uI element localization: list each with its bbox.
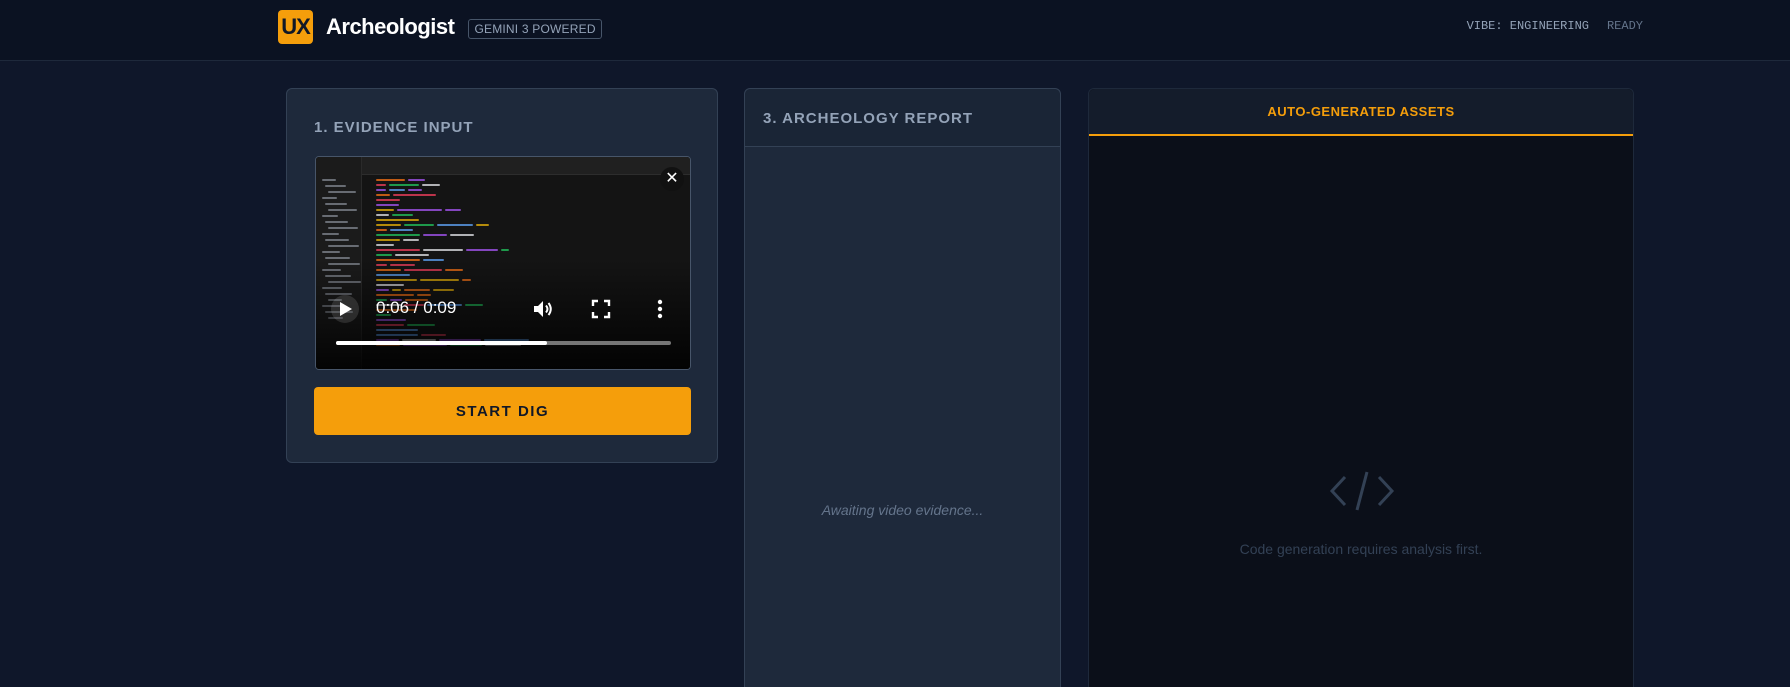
video-frame-code-line	[408, 179, 425, 181]
video-frame-code-line	[376, 224, 401, 226]
video-frame-code-line	[395, 254, 429, 256]
video-progress-fill	[336, 341, 548, 345]
video-frame-code-line	[423, 249, 463, 251]
video-frame-tree-item	[322, 215, 338, 217]
more-vertical-icon[interactable]	[656, 297, 664, 321]
video-frame-tree-item	[325, 239, 349, 241]
video-frame-tabs	[362, 157, 690, 175]
video-frame-code-line	[376, 234, 420, 236]
video-frame-code-line	[422, 184, 440, 186]
status-indicator: READY	[1606, 19, 1643, 33]
assets-empty-message: Code generation requires analysis first.	[1239, 541, 1483, 557]
video-frame-tree-item	[325, 221, 348, 223]
video-frame-code-line	[376, 244, 394, 246]
video-frame-code-line	[376, 219, 419, 221]
video-frame-code-line	[376, 239, 400, 241]
video-frame-code-line	[445, 209, 461, 211]
video-frame-code-line	[390, 229, 413, 231]
close-icon: ✕	[665, 170, 679, 187]
app-title: Archeologist	[326, 14, 455, 39]
video-frame-tree-item	[322, 233, 339, 235]
video-frame-tree-item	[328, 209, 357, 211]
video-time: 0:06 / 0:09	[376, 298, 457, 317]
status-area: VIBE: ENGINEERING READY	[1467, 19, 1643, 33]
vibe-label: VIBE: ENGINEERING	[1466, 19, 1589, 33]
video-frame-code-line	[393, 194, 436, 196]
video-frame-code-line	[501, 249, 509, 251]
video-frame-code-line	[376, 204, 399, 206]
video-frame-code-line	[408, 189, 422, 191]
code-icon	[1329, 471, 1395, 511]
video-controls-shade	[316, 259, 690, 369]
video-frame-code-line	[376, 184, 386, 186]
video-frame-code-line	[389, 189, 405, 191]
video-frame-code-line	[389, 184, 419, 186]
video-frame-code-line	[376, 179, 405, 181]
video-frame-code-line	[403, 239, 419, 241]
app-logo: UX	[278, 10, 313, 44]
video-frame-tree-item	[328, 191, 356, 193]
video-player[interactable]: ✕ 0:06 / 0:09	[315, 156, 691, 370]
top-bar: UX Archeologist GEMINI 3 POWERED VIBE: E…	[0, 0, 1790, 61]
powered-badge: GEMINI 3 POWERED	[468, 19, 602, 39]
evidence-input-heading: 1. EVIDENCE INPUT	[314, 119, 474, 136]
fullscreen-icon[interactable]	[591, 299, 611, 319]
video-frame-code-line	[423, 234, 447, 236]
video-frame-code-line	[376, 199, 400, 201]
tab-auto-generated-assets[interactable]: AUTO-GENERATED ASSETS	[1089, 89, 1633, 136]
video-frame-tree-item	[325, 185, 346, 187]
video-frame-tree-item	[322, 251, 340, 253]
report-header: 3. ARCHEOLOGY REPORT	[745, 89, 1060, 147]
video-frame-code-line	[376, 229, 387, 231]
close-video-button[interactable]: ✕	[660, 167, 684, 191]
video-frame-code-line	[376, 194, 390, 196]
start-dig-button[interactable]: START DIG	[314, 387, 691, 435]
archeology-report-panel: 3. ARCHEOLOGY REPORT Awaiting video evid…	[744, 88, 1061, 687]
video-frame-code-line	[397, 209, 442, 211]
play-icon[interactable]	[330, 294, 360, 324]
video-frame-code-line	[466, 249, 498, 251]
volume-icon[interactable]	[531, 297, 555, 321]
video-frame-code-line	[376, 214, 389, 216]
video-frame-code-line	[376, 189, 386, 191]
video-frame-tree-item	[328, 227, 358, 229]
video-frame-tree-item	[322, 197, 337, 199]
video-frame-code-line	[404, 224, 434, 226]
video-frame-code-line	[392, 214, 413, 216]
video-frame-tree-item	[328, 245, 359, 247]
video-frame-tree-item	[322, 179, 336, 181]
video-progress-bar[interactable]	[336, 341, 671, 345]
video-frame-code-line	[376, 209, 394, 211]
video-frame-code-line	[376, 254, 392, 256]
report-placeholder: Awaiting video evidence...	[821, 502, 984, 518]
video-frame-code-line	[450, 234, 474, 236]
report-heading: 3. ARCHEOLOGY REPORT	[763, 110, 974, 127]
video-frame-code-line	[476, 224, 489, 226]
video-frame-code-line	[437, 224, 473, 226]
video-frame-tree-item	[325, 203, 347, 205]
video-frame-code-line	[376, 249, 420, 251]
brand: UX Archeologist GEMINI 3 POWERED	[278, 10, 602, 44]
assets-panel: AUTO-GENERATED ASSETS Code generation re…	[1088, 88, 1634, 687]
evidence-input-panel: 1. EVIDENCE INPUT ✕ 0:06 / 0:09 START DI…	[286, 88, 718, 463]
